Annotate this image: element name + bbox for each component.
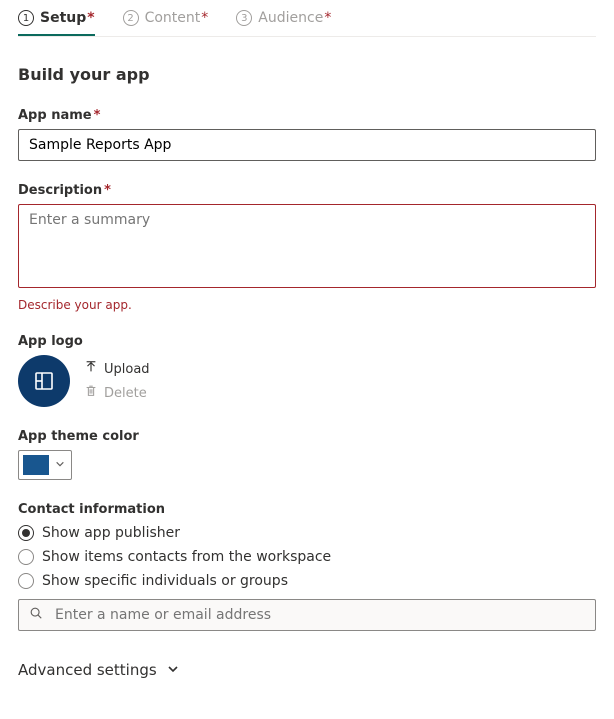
contact-option-workspace[interactable]: Show items contacts from the workspace <box>18 549 596 565</box>
theme-color-label: App theme color <box>18 429 596 444</box>
upload-icon <box>84 360 98 378</box>
step-content[interactable]: 2 Content* <box>123 10 209 36</box>
advanced-settings-label: Advanced settings <box>18 661 157 679</box>
app-name-input[interactable] <box>18 129 596 161</box>
radio-icon <box>18 573 34 589</box>
step-label: Setup* <box>40 10 95 26</box>
radio-icon <box>18 549 34 565</box>
delete-logo-button: Delete <box>84 384 150 402</box>
search-icon <box>29 606 43 624</box>
app-name-label: App name* <box>18 108 596 123</box>
description-input[interactable] <box>18 204 596 288</box>
theme-color-swatch <box>23 455 49 475</box>
field-contact-information: Contact information Show app publisher S… <box>18 502 596 631</box>
contact-info-label: Contact information <box>18 502 596 517</box>
step-label: Audience* <box>258 10 331 26</box>
description-label: Description* <box>18 183 596 198</box>
contact-search-input[interactable] <box>53 606 585 624</box>
step-label: Content* <box>145 10 209 26</box>
description-error-text: Describe your app. <box>18 298 596 312</box>
app-logo-icon <box>18 355 70 407</box>
field-app-logo: App logo Up <box>18 334 596 407</box>
field-app-name: App name* <box>18 108 596 161</box>
contact-option-specific[interactable]: Show specific individuals or groups <box>18 573 596 589</box>
chevron-down-icon <box>55 457 65 473</box>
field-theme-color: App theme color <box>18 429 596 480</box>
step-audience[interactable]: 3 Audience* <box>236 10 331 36</box>
contact-search-field[interactable] <box>18 599 596 631</box>
radio-label: Show app publisher <box>42 525 180 541</box>
radio-label: Show specific individuals or groups <box>42 573 288 589</box>
delete-icon <box>84 384 98 402</box>
app-logo-label: App logo <box>18 334 596 349</box>
advanced-settings-expander[interactable]: Advanced settings <box>18 661 596 679</box>
chevron-down-icon <box>167 661 179 679</box>
upload-label: Upload <box>104 362 150 377</box>
step-number-icon: 3 <box>236 10 252 26</box>
step-nav: 1 Setup* 2 Content* 3 Audience* <box>18 0 596 37</box>
step-setup[interactable]: 1 Setup* <box>18 10 95 36</box>
theme-color-picker[interactable] <box>18 450 72 480</box>
delete-label: Delete <box>104 386 147 401</box>
radio-label: Show items contacts from the workspace <box>42 549 331 565</box>
radio-icon <box>18 525 34 541</box>
field-description: Description* Describe your app. <box>18 183 596 312</box>
contact-option-publisher[interactable]: Show app publisher <box>18 525 596 541</box>
upload-logo-button[interactable]: Upload <box>84 360 150 378</box>
page-title: Build your app <box>18 65 596 84</box>
step-number-icon: 1 <box>18 10 34 26</box>
step-number-icon: 2 <box>123 10 139 26</box>
